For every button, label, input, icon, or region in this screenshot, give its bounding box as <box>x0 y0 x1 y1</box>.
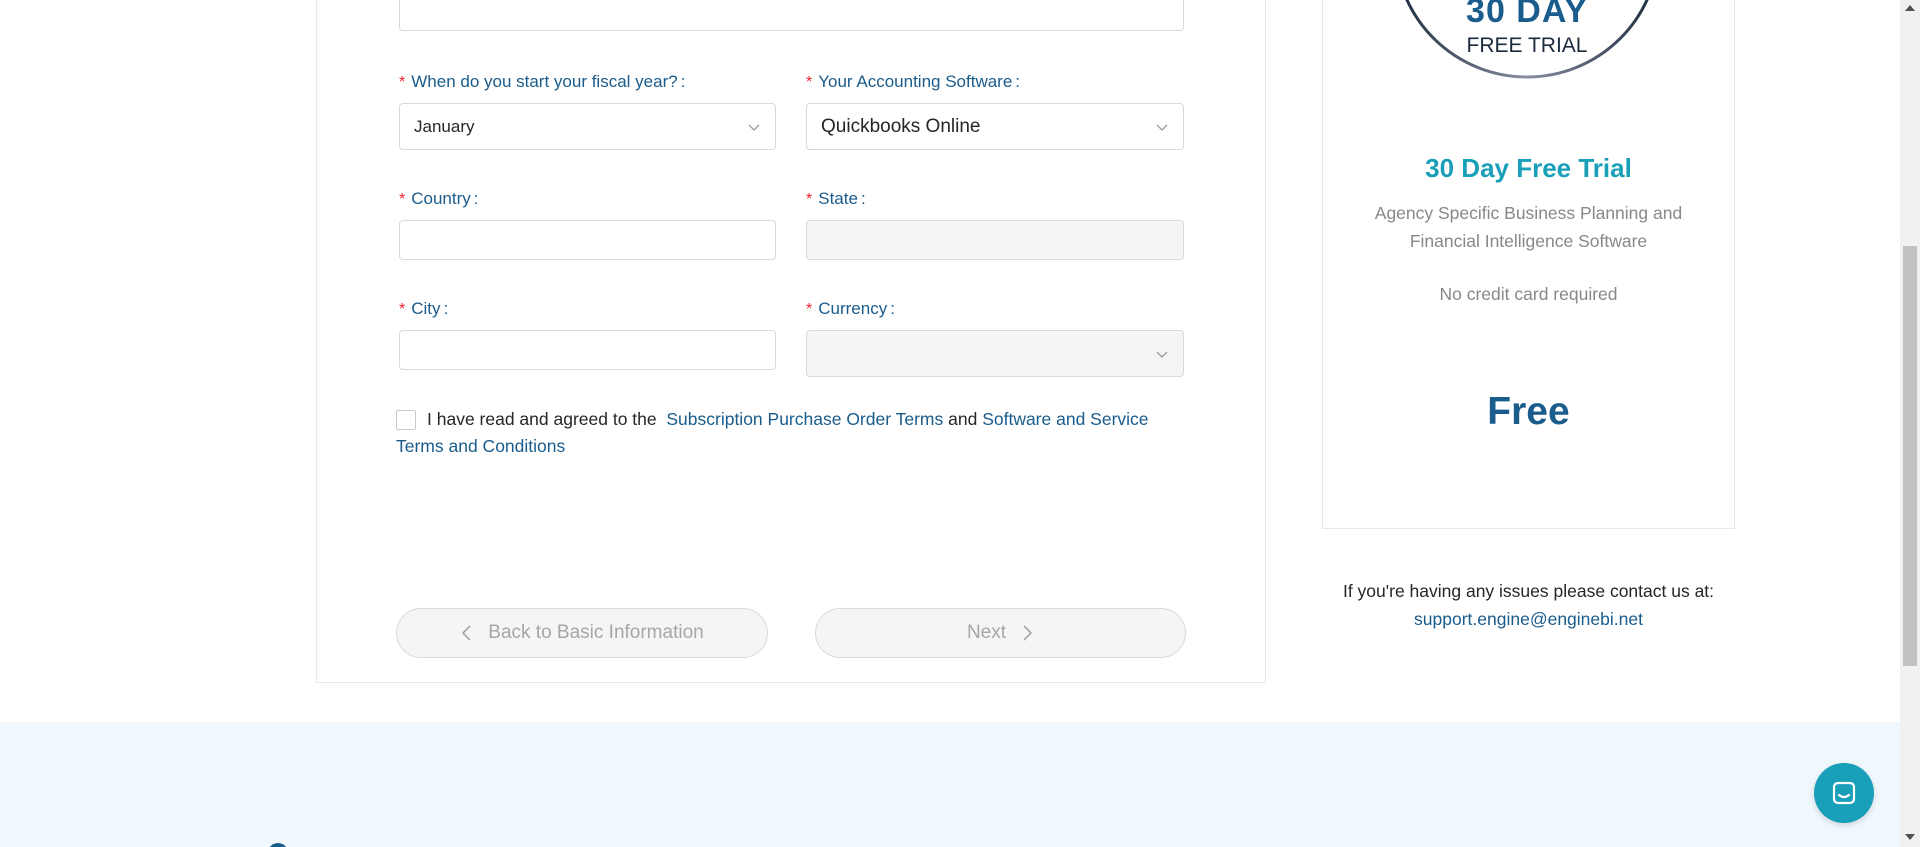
required-mark: * <box>399 191 406 208</box>
agreement-text: I have read and agreed to the Subscripti… <box>396 406 1156 460</box>
trial-price: Free <box>1487 390 1570 433</box>
previous-field-input[interactable] <box>399 0 1184 31</box>
fiscal-year-label: * When do you start your fiscal year?: <box>399 72 685 92</box>
chat-icon <box>1832 781 1856 805</box>
label-colon: : <box>1015 72 1021 91</box>
next-button-label: Next <box>966 622 1007 643</box>
state-label-text: State <box>818 189 858 208</box>
subscription-terms-link[interactable]: Subscription Purchase Order Terms <box>666 409 943 429</box>
label-colon: : <box>680 72 686 91</box>
required-mark: * <box>399 74 406 91</box>
badge-label: FREE TRIAL <box>1466 34 1588 57</box>
required-mark: * <box>399 301 406 318</box>
chevron-right-icon <box>1023 625 1033 641</box>
city-label: * City: <box>399 299 448 319</box>
accounting-software-select[interactable]: Quickbooks Online <box>806 103 1184 150</box>
footer-band <box>0 722 1900 847</box>
back-button[interactable]: Back to Basic Information <box>396 608 768 658</box>
state-label: * State: <box>806 189 866 209</box>
back-button-label: Back to Basic Information <box>488 622 704 643</box>
no-credit-card-text: No credit card required <box>1439 284 1618 304</box>
chevron-down-icon <box>1156 351 1168 358</box>
trial-subtitle: Agency Specific Business Planning and Fi… <box>1374 203 1683 251</box>
support-email-link[interactable]: support.engine@enginebi.net <box>1300 609 1757 630</box>
fiscal-year-label-text: When do you start your fiscal year? <box>411 72 678 91</box>
accounting-software-label: * Your Accounting Software: <box>806 72 1020 92</box>
currency-label: * Currency: <box>806 299 895 319</box>
fiscal-year-select[interactable]: January <box>399 103 776 150</box>
country-input[interactable] <box>399 220 776 260</box>
currency-label-text: Currency <box>818 299 888 318</box>
required-mark: * <box>806 191 813 208</box>
state-input[interactable] <box>806 220 1184 260</box>
country-label: * Country: <box>399 189 479 209</box>
required-mark: * <box>806 74 813 91</box>
chevron-left-icon <box>462 625 471 641</box>
chevron-down-icon <box>748 124 760 131</box>
chevron-down-icon <box>1156 124 1168 131</box>
badge-days: 30 DAY <box>1466 0 1588 30</box>
next-button[interactable]: Next <box>815 608 1186 658</box>
label-colon: : <box>443 299 449 318</box>
accounting-software-value: Quickbooks Online <box>821 115 981 137</box>
trial-title: 30 Day Free Trial <box>1425 153 1632 183</box>
chat-launcher-button[interactable] <box>1814 763 1874 823</box>
country-label-text: Country <box>411 189 471 208</box>
required-mark: * <box>806 301 813 318</box>
label-colon: : <box>473 189 479 208</box>
currency-select[interactable] <box>806 330 1184 377</box>
city-label-text: City <box>411 299 441 318</box>
scrollbar-thumb[interactable] <box>1903 246 1917 666</box>
label-colon: : <box>860 189 866 208</box>
scroll-up-icon[interactable] <box>1905 5 1915 11</box>
city-input[interactable] <box>399 330 776 370</box>
label-colon: : <box>890 299 895 318</box>
scroll-down-icon[interactable] <box>1905 834 1915 840</box>
agreement-prefix: I have read and agreed to the <box>427 409 657 429</box>
fiscal-year-value: January <box>414 116 475 136</box>
contact-text: If you're having any issues please conta… <box>1342 581 1715 601</box>
accounting-software-label-text: Your Accounting Software <box>818 72 1013 91</box>
agreement-joiner: and <box>948 409 978 429</box>
